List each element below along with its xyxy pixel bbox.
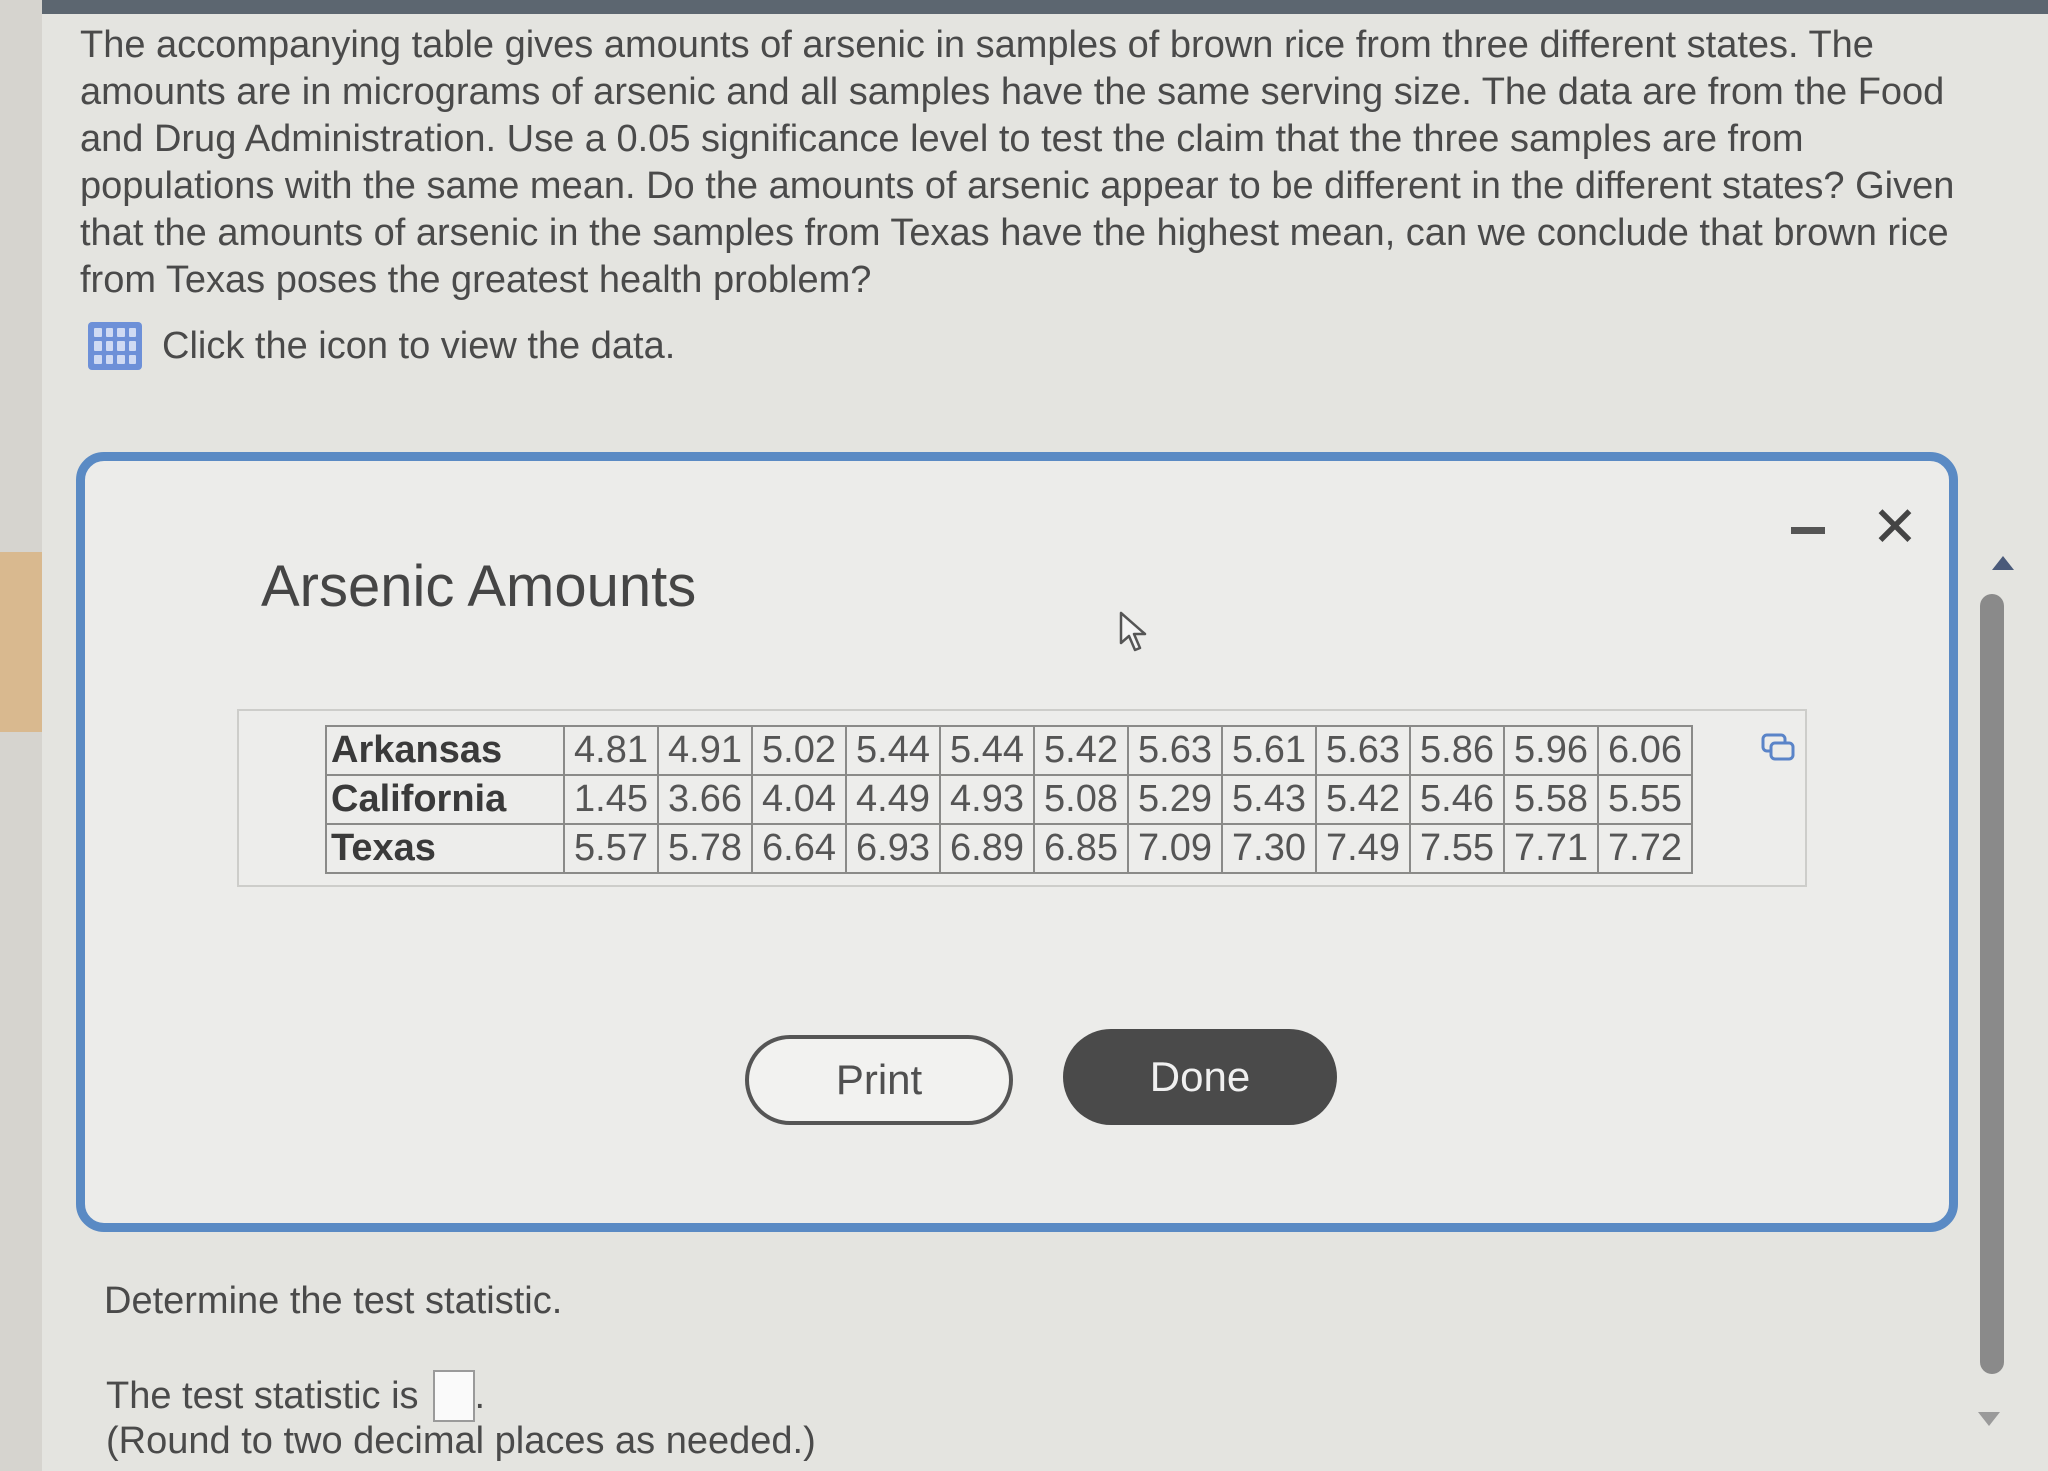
table-cell: 5.02 bbox=[751, 725, 847, 776]
view-data-label[interactable]: Click the icon to view the data. bbox=[162, 325, 675, 368]
test-statistic-period: . bbox=[474, 1374, 486, 1417]
test-statistic-input[interactable] bbox=[432, 1370, 475, 1422]
table-cell: 6.06 bbox=[1597, 725, 1693, 776]
table-cell: 7.49 bbox=[1315, 823, 1411, 874]
table-cell: 3.66 bbox=[657, 774, 753, 825]
table-cell: 5.08 bbox=[1033, 774, 1129, 825]
table-cell: 7.71 bbox=[1503, 823, 1599, 874]
data-table-container: Arkansas 4.81 4.91 5.02 5.44 5.44 5.42 5.63 5.61… bbox=[237, 709, 1807, 887]
scroll-up-arrow[interactable] bbox=[1992, 556, 2014, 570]
table-cell: 5.58 bbox=[1503, 774, 1599, 825]
copy-icon[interactable] bbox=[1761, 733, 1795, 763]
table-cell: 7.55 bbox=[1409, 823, 1505, 874]
table-cell: 4.93 bbox=[939, 774, 1035, 825]
row-header-state: Arkansas bbox=[325, 725, 565, 776]
table-cell: 1.45 bbox=[563, 774, 659, 825]
mouse-pointer-icon bbox=[1119, 611, 1147, 652]
rounding-note: (Round to two decimal places as needed.) bbox=[106, 1420, 816, 1462]
arsenic-table: Arkansas 4.81 4.91 5.02 5.44 5.44 5.42 5.63 5.61… bbox=[325, 725, 1693, 874]
test-statistic-line: The test statistic is . bbox=[106, 1370, 485, 1422]
table-cell: 5.63 bbox=[1315, 725, 1411, 776]
done-button[interactable]: Done bbox=[1063, 1029, 1337, 1125]
table-cell: 4.04 bbox=[751, 774, 847, 825]
data-modal: Arsenic Amounts ✕ Arkansas 4.81 4.91 5.02 5.… bbox=[76, 452, 1958, 1232]
table-cell: 4.81 bbox=[563, 725, 659, 776]
table-cell: 7.30 bbox=[1221, 823, 1317, 874]
table-cell: 5.57 bbox=[563, 823, 659, 874]
table-cell: 5.44 bbox=[845, 725, 941, 776]
print-button[interactable]: Print bbox=[745, 1035, 1013, 1125]
scroll-down-arrow[interactable] bbox=[1978, 1412, 2000, 1426]
table-cell: 4.91 bbox=[657, 725, 753, 776]
table-row: Texas 5.57 5.78 6.64 6.93 6.89 6.85 7.09 7.30 7.4… bbox=[325, 823, 1693, 874]
left-panel-edge bbox=[0, 0, 42, 1471]
table-cell: 5.55 bbox=[1597, 774, 1693, 825]
table-cell: 5.61 bbox=[1221, 725, 1317, 776]
table-cell: 5.46 bbox=[1409, 774, 1505, 825]
view-data-link[interactable]: Click the icon to view the data. bbox=[88, 318, 675, 374]
table-cell: 7.09 bbox=[1127, 823, 1223, 874]
row-header-state: Texas bbox=[325, 823, 565, 874]
close-icon[interactable]: ✕ bbox=[1867, 499, 1923, 555]
table-cell: 6.64 bbox=[751, 823, 847, 874]
table-cell: 5.42 bbox=[1033, 725, 1129, 776]
table-cell: 5.44 bbox=[939, 725, 1035, 776]
row-header-state: California bbox=[325, 774, 565, 825]
modal-title: Arsenic Amounts bbox=[261, 554, 697, 619]
scrollbar-thumb[interactable] bbox=[1980, 594, 2004, 1374]
table-cell: 5.63 bbox=[1127, 725, 1223, 776]
table-cell: 6.85 bbox=[1033, 823, 1129, 874]
table-cell: 5.78 bbox=[657, 823, 753, 874]
table-cell: 7.72 bbox=[1597, 823, 1693, 874]
table-cell: 5.42 bbox=[1315, 774, 1411, 825]
test-statistic-label: The test statistic is bbox=[106, 1374, 419, 1417]
instruction-text: Determine the test statistic. bbox=[104, 1280, 563, 1322]
table-cell: 4.49 bbox=[845, 774, 941, 825]
question-text: The accompanying table gives amounts of … bbox=[80, 24, 1955, 301]
minimize-icon[interactable] bbox=[1791, 527, 1825, 534]
table-cell: 5.96 bbox=[1503, 725, 1599, 776]
table-row: California 1.45 3.66 4.04 4.49 4.93 5.08 5.29 5.… bbox=[325, 774, 1693, 825]
top-strip bbox=[0, 0, 2048, 14]
table-cell: 6.89 bbox=[939, 823, 1035, 874]
table-row: Arkansas 4.81 4.91 5.02 5.44 5.44 5.42 5.63 5.61… bbox=[325, 725, 1693, 776]
data-table-icon[interactable] bbox=[88, 322, 142, 370]
table-cell: 5.29 bbox=[1127, 774, 1223, 825]
table-cell: 6.93 bbox=[845, 823, 941, 874]
table-cell: 5.43 bbox=[1221, 774, 1317, 825]
table-cell: 5.86 bbox=[1409, 725, 1505, 776]
left-accent-tab bbox=[0, 552, 42, 732]
